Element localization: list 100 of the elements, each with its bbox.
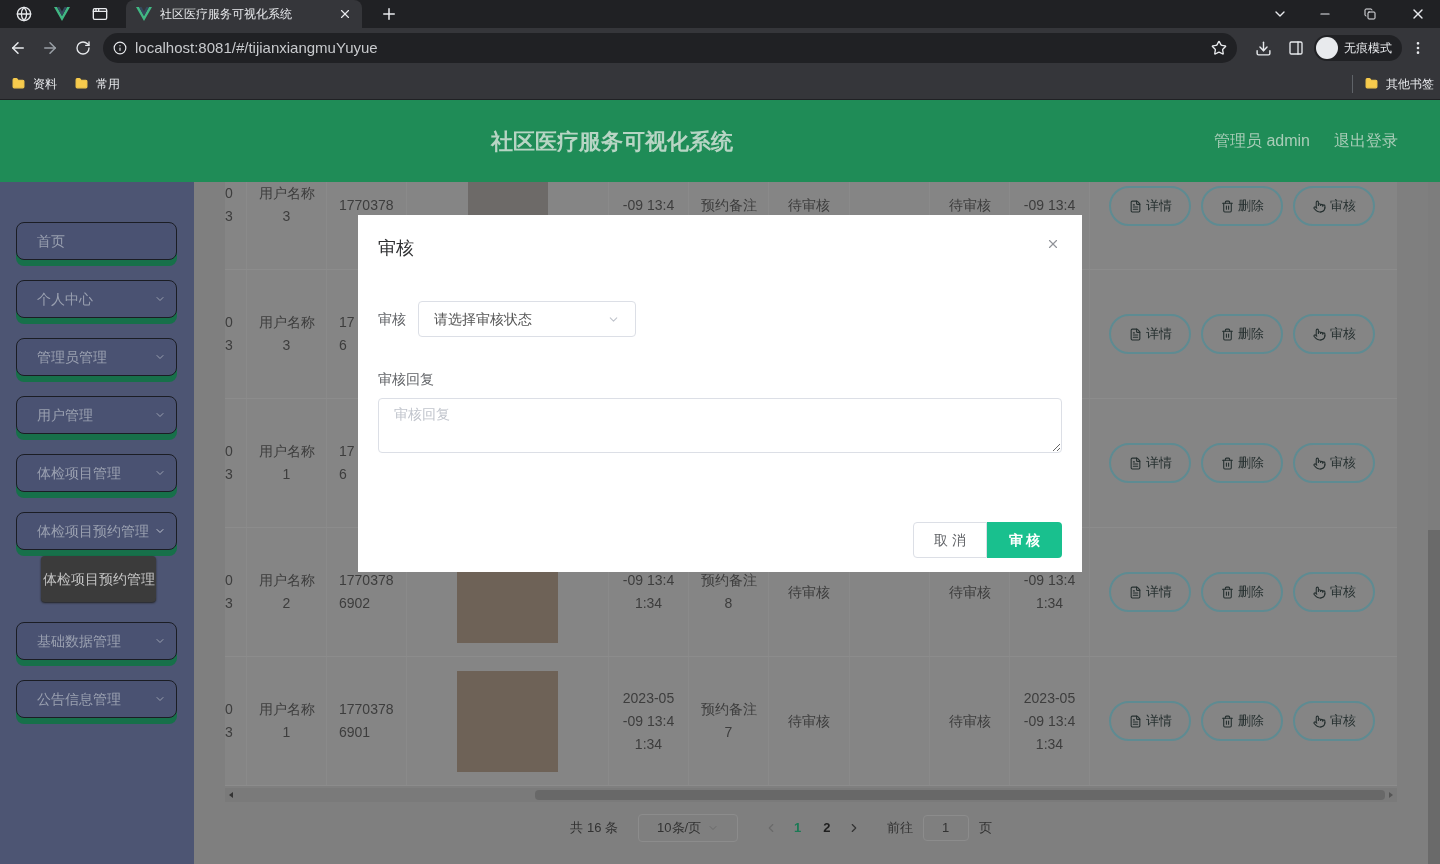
table-cell-text: 待审核: [788, 582, 830, 602]
trash-icon: [1220, 714, 1234, 728]
folder-icon: [75, 77, 88, 90]
detail-button[interactable]: 详情: [1109, 186, 1191, 226]
new-tab-icon[interactable]: [380, 5, 398, 23]
window-icon[interactable]: [92, 6, 108, 22]
table-cell-text: 预约备注 7: [700, 700, 757, 742]
restore-icon[interactable]: [1364, 8, 1376, 20]
table-cell-text: -09 13:4 1:34: [1023, 571, 1076, 613]
left-arrow-icon[interactable]: [229, 792, 233, 798]
document-icon: [1128, 456, 1142, 470]
trash-icon: [1220, 199, 1234, 213]
dialog-title: 审核: [378, 237, 414, 260]
table-cell-text: 待审核: [948, 582, 991, 602]
delete-button[interactable]: 删除: [1201, 314, 1283, 354]
page-suffix: 页: [978, 819, 992, 838]
page-number[interactable]: 2: [817, 818, 837, 838]
confirm-button[interactable]: 审 核: [987, 522, 1062, 558]
table-cell-text: -09 13:4: [622, 195, 675, 215]
table-cell-text: 0 3: [225, 571, 233, 613]
table-cell-text: 用户名称 1: [258, 700, 315, 742]
info-icon: [113, 41, 127, 55]
field-label: 审核: [378, 309, 407, 329]
delete-button[interactable]: 删除: [1201, 186, 1283, 226]
status-select[interactable]: 请选择审核状态: [418, 301, 636, 337]
table-cell-text: 17 6: [339, 313, 355, 355]
address-field[interactable]: localhost:8081/#/tijianxiangmuYuyue: [103, 33, 1237, 63]
horizontal-scrollbar[interactable]: [225, 788, 1397, 802]
table-cell-text: 待审核: [788, 711, 830, 731]
table-cell-text: 0 3: [225, 700, 233, 742]
trash-icon: [1220, 327, 1234, 341]
table-cell-text: 1770378: [339, 195, 394, 215]
app-title: 社区医疗服务可视化系统: [489, 127, 734, 156]
review-button[interactable]: 审核: [1293, 572, 1375, 612]
detail-button[interactable]: 详情: [1109, 443, 1191, 483]
document-icon: [1128, 199, 1142, 213]
review-button[interactable]: 审核: [1293, 314, 1375, 354]
pointer-icon: [1312, 585, 1326, 599]
field-label: 审核回复: [378, 370, 435, 389]
table-cell-text: 0 3: [225, 184, 233, 226]
bookmark-item[interactable]: 资料: [12, 74, 57, 93]
review-button[interactable]: 审核: [1293, 186, 1375, 226]
goto-label: 前往: [886, 819, 913, 838]
browser-tab[interactable]: 社区医疗服务可视化系统: [126, 0, 362, 28]
close-icon[interactable]: [338, 7, 352, 21]
trash-icon: [1220, 456, 1234, 470]
delete-button[interactable]: 删除: [1201, 701, 1283, 741]
detail-button[interactable]: 详情: [1109, 314, 1191, 354]
v-logo-icon: [54, 7, 70, 21]
table-cell-text: 1770378 6902: [339, 571, 394, 613]
reload-icon[interactable]: [75, 40, 91, 56]
page-input[interactable]: 1: [922, 815, 969, 841]
table-cell-text: -09 13:4: [1023, 195, 1076, 215]
table-cell-text: 用户名称 1: [258, 442, 315, 484]
table-cell-text: 待审核: [948, 195, 991, 215]
globe-icon[interactable]: [16, 6, 32, 22]
review-button[interactable]: 审核: [1293, 443, 1375, 483]
pointer-icon: [1312, 327, 1326, 341]
page-size-select[interactable]: 10条/页: [638, 814, 739, 842]
tab-title: 社区医疗服务可视化系统: [160, 6, 293, 23]
pointer-icon: [1312, 714, 1326, 728]
document-icon: [1128, 585, 1142, 599]
table-cell-text: 17 6: [339, 442, 355, 484]
url-text: localhost:8081/#/tijianxiangmuYuyue: [135, 37, 379, 58]
folder-icon: [1365, 77, 1378, 90]
profile-button[interactable]: 无痕模式: [1314, 35, 1402, 61]
table-cell-text: 0 3: [225, 313, 233, 355]
table-cell-text: 预约备注 8: [700, 571, 757, 613]
download-icon[interactable]: [1255, 39, 1272, 57]
pointer-icon: [1312, 199, 1326, 213]
trash-icon: [1220, 585, 1234, 599]
submenu-item[interactable]: 体检项目预约管理: [41, 556, 156, 602]
document-icon: [1128, 327, 1142, 341]
bookmark-item[interactable]: 常用: [75, 74, 120, 93]
star-icon[interactable]: [1211, 40, 1227, 56]
forward-icon[interactable]: [41, 39, 59, 57]
detail-button[interactable]: 详情: [1109, 572, 1191, 612]
logout-link[interactable]: 退出登录: [1334, 129, 1398, 153]
document-icon: [1128, 714, 1142, 728]
side-panel-icon[interactable]: [1288, 40, 1304, 56]
table-cell-text: 待审核: [948, 711, 991, 731]
folder-icon: [12, 77, 25, 90]
detail-button[interactable]: 详情: [1109, 701, 1191, 741]
table-cell-text: 用户名称 3: [258, 313, 315, 355]
table-cell-text: 1770378 6901: [339, 700, 394, 742]
back-icon[interactable]: [9, 39, 27, 57]
delete-button[interactable]: 删除: [1201, 572, 1283, 612]
review-button[interactable]: 审核: [1293, 701, 1375, 741]
delete-button[interactable]: 删除: [1201, 443, 1283, 483]
v-logo-icon: [136, 7, 152, 21]
table-cell-text: 用户名称 2: [258, 571, 315, 613]
table-cell-text: -09 13:4 1:34: [622, 571, 675, 613]
bookmark-item[interactable]: 其他书签: [1352, 74, 1434, 93]
table-cell-text: 用户名称 3: [258, 184, 315, 226]
cancel-button[interactable]: 取 消: [913, 522, 987, 558]
user-label: 管理员 admin: [1213, 131, 1310, 151]
table-cell-text: 2023-05 -09 13:4 1:34: [1023, 688, 1076, 754]
table-cell-text: 待审核: [788, 195, 830, 215]
pointer-icon: [1312, 456, 1326, 470]
total-count: 共 16 条: [570, 819, 619, 838]
